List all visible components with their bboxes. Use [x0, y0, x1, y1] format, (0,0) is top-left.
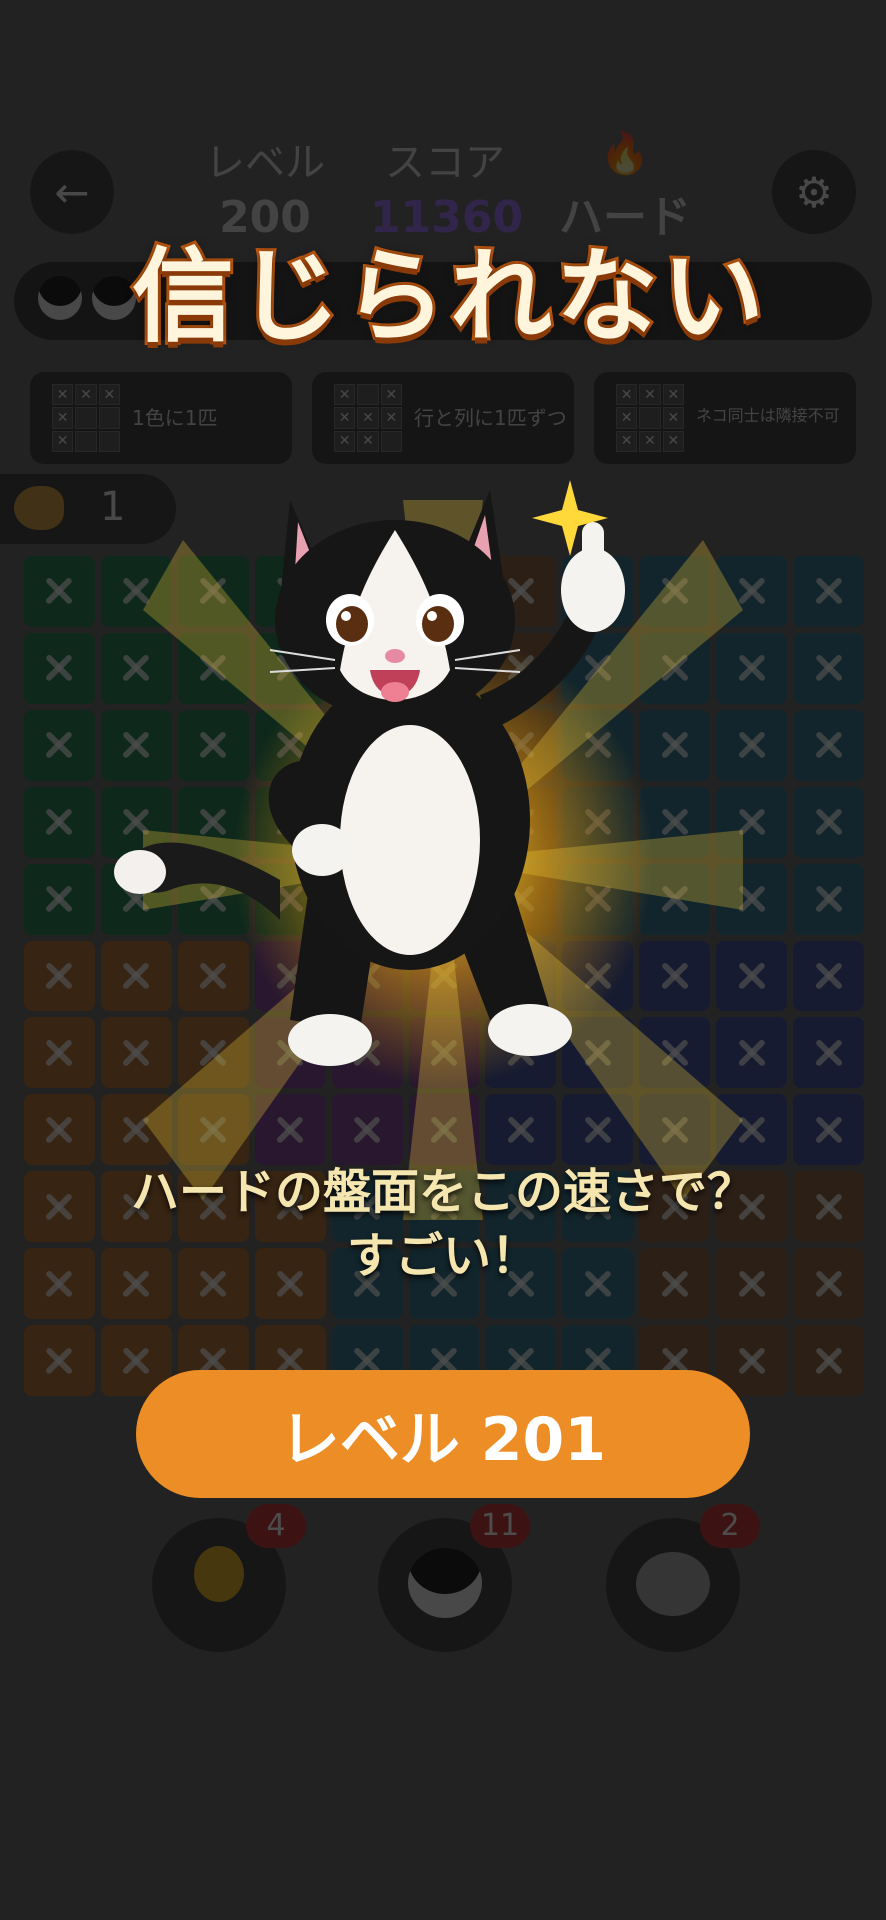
message-line-1: ハードの盤面をこの速さで？ — [130, 1164, 755, 1220]
result-message: ハードの盤面をこの速さで？ すごい！ — [60, 1160, 826, 1288]
result-title-text: 信じられない — [129, 235, 768, 360]
cat-mascot-illustration — [114, 480, 625, 1066]
next-level-button[interactable]: レベル 201 — [136, 1370, 750, 1498]
result-title: 信じられない — [110, 215, 790, 360]
message-line-2: すごい！ — [346, 1228, 539, 1284]
